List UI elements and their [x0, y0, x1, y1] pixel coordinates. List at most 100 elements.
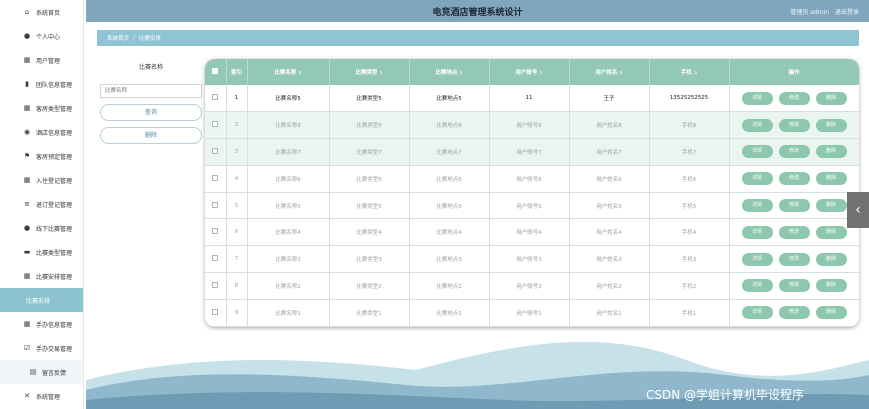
search-button[interactable]: 查询 [100, 104, 202, 121]
edit-button[interactable]: 修改 [778, 172, 810, 186]
cell-account: 11 [489, 85, 570, 113]
delete-row-button[interactable]: 删除 [815, 118, 847, 132]
cell-place: 比赛地点6 [409, 165, 490, 193]
settings-icon: ✕ [24, 392, 30, 400]
sidebar-item-label: 系统首页 [36, 9, 61, 17]
sort-icon[interactable]: ⇅ [459, 70, 462, 75]
delete-row-button[interactable]: 删除 [815, 306, 847, 320]
breadcrumb-home[interactable]: 系统首页 [107, 34, 129, 42]
delete-button[interactable]: 删除 [100, 127, 202, 144]
sidebar-item[interactable]: ▦ 用户管理 [0, 48, 83, 72]
row-checkbox[interactable] [212, 281, 219, 288]
watermark: CSDN @学姐计算机毕设程序 [646, 388, 805, 402]
edit-button[interactable]: 修改 [778, 306, 810, 320]
header-uname[interactable]: 用户姓名 ⇅ [569, 59, 650, 85]
row-select-cell [205, 192, 227, 220]
delete-row-button[interactable]: 删除 [815, 199, 847, 213]
row-checkbox[interactable] [212, 174, 219, 181]
cell-account: 用户账号8 [489, 111, 570, 140]
competition-name-input[interactable] [100, 84, 202, 98]
sidebar-item-label: 留言反馈 [42, 369, 67, 377]
sidebar-item[interactable]: ● 个人中心 [0, 24, 83, 48]
delete-row-button[interactable]: 删除 [815, 145, 847, 159]
sidebar-item[interactable]: ✕ 系统管理 [0, 384, 83, 408]
row-select-cell [205, 165, 227, 193]
sort-icon[interactable]: ⇅ [539, 70, 542, 75]
select-all-checkbox[interactable] [212, 68, 219, 74]
detail-button[interactable]: 详情 [741, 306, 773, 320]
edit-button[interactable]: 修改 [778, 91, 810, 105]
cell-uname: 用户姓名4 [569, 218, 650, 247]
sidebar-item[interactable]: ⌂ 系统首页 [0, 0, 83, 24]
location-icon: ◉ [23, 128, 31, 136]
header-name[interactable]: 比赛名称 ⇅ [247, 59, 330, 85]
delete-row-button[interactable]: 删除 [815, 172, 847, 186]
detail-button[interactable]: 详情 [741, 91, 773, 105]
detail-button[interactable]: 详情 [741, 225, 773, 239]
cell-index: 4 [226, 165, 248, 193]
cell-actions: 详情 修改 删除 [729, 299, 859, 327]
sidebar-item[interactable]: ▦ 客房类型管理 [0, 96, 83, 120]
sort-icon[interactable]: ⇅ [694, 70, 697, 75]
delete-row-button[interactable]: 删除 [815, 91, 847, 105]
edit-button[interactable]: 修改 [778, 252, 810, 266]
row-checkbox[interactable] [212, 228, 219, 235]
logout-link[interactable]: 退出登录 [835, 9, 859, 16]
cell-actions: 详情 修改 删除 [729, 272, 859, 300]
cell-place: 比赛地点1 [409, 299, 490, 327]
detail-button[interactable]: 详情 [741, 118, 773, 132]
sort-icon[interactable]: ⇅ [379, 70, 382, 75]
sidebar: ⌂ 系统首页 ● 个人中心 ▦ 用户管理 ▮ 团队信息管理 ▦ 客房类型管理 ◉ 酒店信息管理 ⚑ 客房预… [0, 0, 84, 409]
header-type[interactable]: 比赛类型 ⇅ [329, 59, 410, 85]
user-icon: ● [23, 224, 31, 232]
cell-type: 比赛类型3 [329, 245, 410, 274]
header-index: 索引 [226, 59, 248, 85]
sidebar-item[interactable]: ▦ 比赛安排管理 [0, 264, 83, 288]
detail-button[interactable]: 详情 [741, 145, 773, 159]
detail-button[interactable]: 详情 [741, 172, 773, 186]
row-checkbox[interactable] [212, 147, 219, 154]
select-all-header[interactable] [205, 59, 227, 85]
edit-button[interactable]: 修改 [778, 118, 810, 132]
sidebar-item[interactable]: ≡ 退订登记管理 [0, 192, 83, 216]
cell-name: 比赛名称7 [247, 138, 330, 166]
row-checkbox[interactable] [212, 94, 219, 101]
data-table: 索引 比赛名称 ⇅ 比赛类型 ⇅ 比赛地点 ⇅ 用户账号 ⇅ 用户姓名 ⇅ 手机 ⇅ 操作 … [205, 59, 859, 327]
sidebar-item[interactable]: ▬ 比赛类型管理 [0, 240, 83, 264]
home-icon: ⌂ [24, 8, 30, 16]
sidebar-item[interactable]: ▦ 手办信息管理 [0, 312, 83, 336]
sidebar-item[interactable]: ☑ 手办交易管理 [0, 336, 83, 360]
cell-type: 比赛类型7 [329, 138, 410, 166]
edit-button[interactable]: 修改 [778, 225, 810, 239]
edit-button[interactable]: 修改 [778, 145, 810, 159]
sort-icon[interactable]: ⇅ [298, 70, 301, 75]
header-place[interactable]: 比赛地点 ⇅ [409, 59, 490, 85]
sidebar-item[interactable]: ⚑ 客房预定管理 [0, 144, 83, 168]
header-phone[interactable]: 手机 ⇅ [649, 59, 730, 85]
header-account[interactable]: 用户账号 ⇅ [489, 59, 570, 85]
row-checkbox[interactable] [212, 201, 219, 208]
detail-button[interactable]: 详情 [741, 199, 773, 213]
sidebar-item-label: 个人中心 [36, 33, 61, 41]
cell-type: 比赛类型6 [329, 165, 410, 193]
sidebar-item[interactable]: ● 线下比赛管理 [0, 216, 83, 240]
detail-button[interactable]: 详情 [741, 252, 773, 266]
row-checkbox[interactable] [212, 121, 219, 128]
header-name-label: 比赛名称 [274, 70, 297, 76]
row-checkbox[interactable] [212, 308, 219, 315]
sort-icon[interactable]: ⇅ [619, 70, 622, 75]
sidebar-item[interactable]: 比赛安排 [0, 288, 83, 312]
grid-icon: ▦ [23, 56, 31, 64]
sidebar-item[interactable]: ▤ 留言反馈 [0, 360, 83, 384]
detail-button[interactable]: 详情 [741, 279, 773, 293]
delete-row-button[interactable]: 删除 [815, 225, 847, 239]
sidebar-item[interactable]: ▮ 团队信息管理 [0, 72, 83, 96]
delete-row-button[interactable]: 删除 [815, 279, 847, 293]
sidebar-item[interactable]: ▦ 入住登记管理 [0, 168, 83, 192]
delete-row-button[interactable]: 删除 [815, 252, 847, 266]
row-checkbox[interactable] [212, 255, 219, 262]
sidebar-item[interactable]: ◉ 酒店信息管理 [0, 120, 83, 144]
edit-button[interactable]: 修改 [778, 279, 810, 293]
collapse-tab[interactable]: ‹ [847, 192, 869, 228]
edit-button[interactable]: 修改 [778, 199, 810, 213]
